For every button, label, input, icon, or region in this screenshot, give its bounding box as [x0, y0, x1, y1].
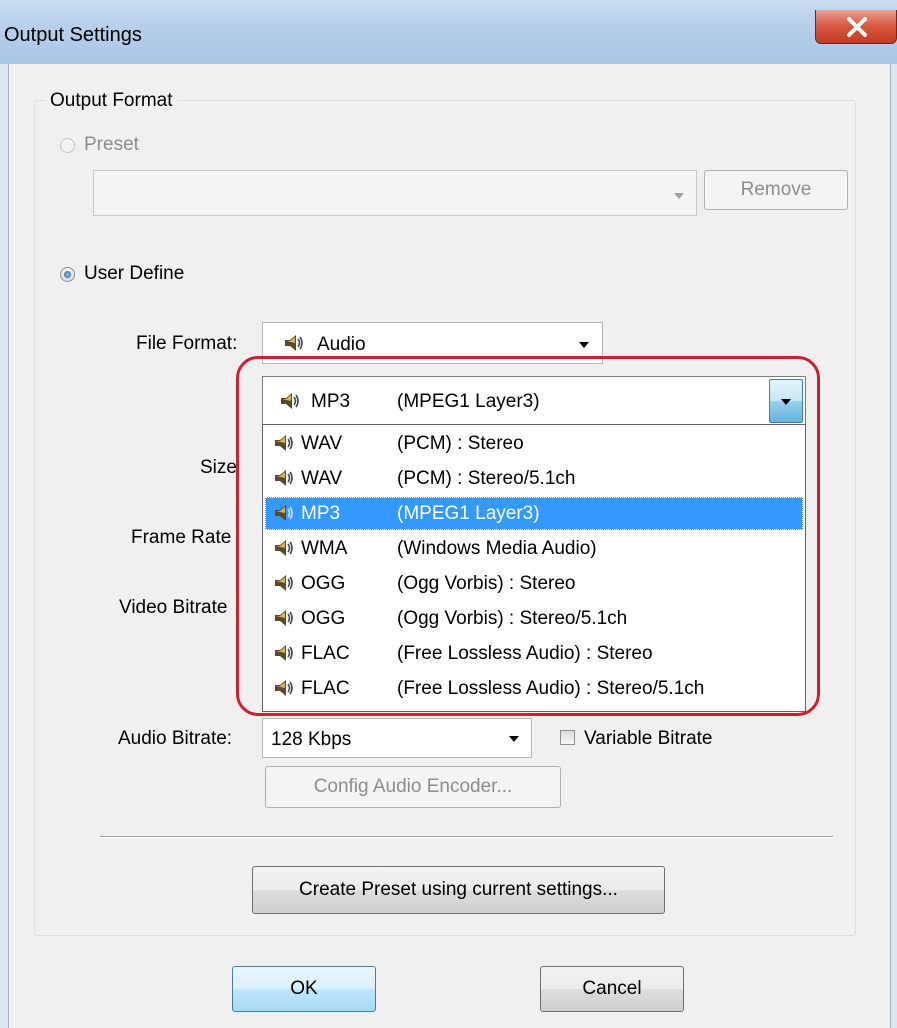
list-item[interactable]: FLAC (Free Lossless Audio) : Stereo/5.1c… [265, 672, 803, 705]
audio-bitrate-select[interactable]: 128 Kbps [262, 718, 532, 758]
file-format-label: File Format: [136, 333, 238, 354]
list-item[interactable]: FLAC (Free Lossless Audio) : Stereo [265, 637, 803, 670]
list-item[interactable]: OGG (Ogg Vorbis) : Stereo [265, 567, 803, 600]
chevron-down-icon [781, 399, 791, 405]
config-audio-encoder-button[interactable]: Config Audio Encoder... [265, 766, 561, 808]
close-button[interactable] [815, 10, 897, 44]
chevron-down-icon [509, 736, 519, 742]
chevron-down-icon [579, 342, 589, 348]
list-item[interactable]: WAV (PCM) : Stereo/5.1ch [265, 462, 803, 495]
list-item-selected[interactable]: MP3 (MPEG1 Layer3) [265, 497, 803, 530]
speaker-icon [275, 435, 293, 451]
codec-desc: (PCM) : Stereo/5.1ch [397, 468, 576, 489]
codec-desc: (Ogg Vorbis) : Stereo/5.1ch [397, 608, 628, 629]
preset-select[interactable] [93, 170, 697, 216]
variable-bitrate-checkbox[interactable] [560, 730, 575, 745]
codec-code: OGG [301, 608, 346, 629]
file-format-value: Audio [317, 334, 366, 355]
speaker-icon [275, 680, 293, 696]
audio-bitrate-label: Audio Bitrate: [118, 728, 233, 749]
frame-rate-label: Frame Rate [131, 527, 232, 548]
codec-desc: (Free Lossless Audio) : Stereo [397, 643, 653, 664]
create-preset-button[interactable]: Create Preset using current settings... [252, 866, 665, 914]
codec-code: WMA [301, 538, 348, 559]
video-bitrate-label: Video Bitrate [119, 597, 228, 618]
chevron-down-icon [674, 193, 684, 199]
list-item[interactable]: WMA (Windows Media Audio) [265, 532, 803, 565]
codec-code: OGG [301, 573, 346, 594]
codec-code: WAV [301, 433, 343, 454]
speaker-icon [275, 645, 293, 661]
audio-bitrate-value: 128 Kbps [271, 729, 352, 750]
list-item[interactable]: WAV (PCM) : Stereo [265, 427, 803, 460]
size-label: Size [200, 457, 237, 478]
speaker-icon [275, 575, 293, 591]
codec-desc: (PCM) : Stereo [397, 433, 524, 454]
preset-radio[interactable] [60, 138, 75, 153]
codec-desc: (Ogg Vorbis) : Stereo [397, 573, 576, 594]
list-item[interactable]: OGG (Ogg Vorbis) : Stereo/5.1ch [265, 602, 803, 635]
title-bar: Output Settings [0, 0, 897, 64]
remove-button[interactable]: Remove [704, 170, 848, 210]
codec-dropdown-list: WAV (PCM) : Stereo WAV (PCM) : Stereo/5.… [262, 424, 806, 712]
separator [100, 836, 833, 838]
codec-dropdown-button[interactable] [769, 379, 803, 423]
speaker-icon [285, 335, 303, 351]
ok-button[interactable]: OK [232, 966, 376, 1012]
cancel-button[interactable]: Cancel [540, 966, 684, 1012]
speaker-icon [275, 470, 293, 486]
speaker-icon [275, 505, 293, 521]
file-format-select[interactable]: Audio [262, 322, 603, 364]
window-title: Output Settings [4, 24, 142, 46]
speaker-icon [275, 540, 293, 556]
codec-code: WAV [301, 468, 343, 489]
codec-code: MP3 [301, 503, 341, 524]
close-icon [847, 17, 867, 37]
codec-selected-code: MP3 [311, 391, 351, 412]
group-title: Output Format [46, 90, 177, 112]
codec-desc: (MPEG1 Layer3) [397, 503, 540, 524]
codec-code: FLAC [301, 678, 350, 699]
codec-desc: (Free Lossless Audio) : Stereo/5.1ch [397, 678, 705, 699]
codec-select[interactable]: MP3 (MPEG1 Layer3) [262, 376, 806, 426]
codec-desc: (Windows Media Audio) [397, 538, 597, 559]
user-define-label: User Define [84, 263, 185, 284]
variable-bitrate-label: Variable Bitrate [584, 728, 713, 749]
speaker-icon [281, 393, 299, 409]
preset-label: Preset [84, 134, 139, 155]
codec-code: FLAC [301, 643, 350, 664]
codec-selected-desc: (MPEG1 Layer3) [397, 391, 540, 412]
speaker-icon [275, 610, 293, 626]
user-define-radio[interactable] [60, 267, 75, 282]
